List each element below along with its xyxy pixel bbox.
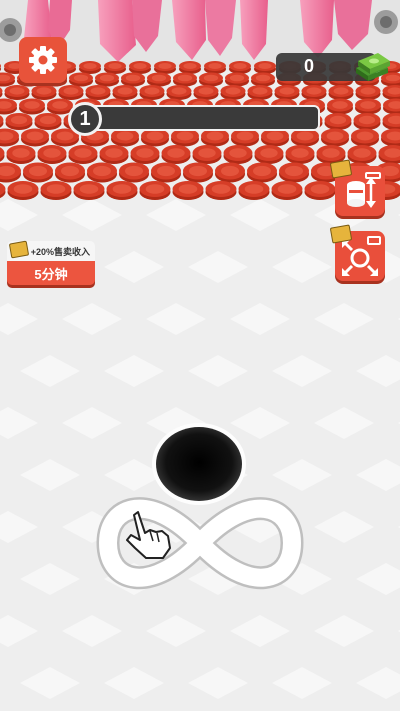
- coin: [139, 85, 165, 100]
- level-number: 1: [68, 102, 102, 136]
- coin: [154, 61, 176, 74]
- game-stage[interactable]: 0 1 +20%售卖收入 5分钟: [0, 0, 400, 711]
- coin: [34, 113, 62, 130]
- coin: [99, 145, 129, 164]
- coin: [225, 72, 249, 87]
- cash-stack-icon: [356, 53, 390, 81]
- level-progress: 1: [68, 102, 322, 136]
- coin: [328, 85, 354, 100]
- coin: [247, 162, 277, 183]
- coin: [353, 113, 381, 130]
- ticket-icon: [329, 159, 353, 179]
- bonus-duration: 5分钟: [7, 261, 95, 285]
- coin: [139, 181, 171, 200]
- coin: [254, 145, 284, 164]
- coin: [129, 61, 151, 74]
- coin: [172, 181, 204, 200]
- coin: [119, 162, 149, 183]
- coin: [229, 61, 251, 74]
- coin: [247, 85, 273, 100]
- money-value: 0: [304, 56, 315, 76]
- coin: [79, 61, 101, 74]
- coin: [215, 162, 245, 183]
- coin: [87, 162, 117, 183]
- coin: [68, 145, 98, 164]
- coin: [104, 61, 126, 74]
- progress-bar: [82, 105, 320, 131]
- coin: [351, 128, 379, 147]
- coin: [19, 98, 45, 115]
- coin: [161, 145, 191, 164]
- coin: [23, 162, 53, 183]
- coin: [4, 85, 30, 100]
- coin: [274, 85, 300, 100]
- coin: [40, 181, 72, 200]
- coin: [106, 181, 138, 200]
- coin: [204, 61, 226, 74]
- coin: [205, 181, 237, 200]
- settings-button[interactable]: [19, 37, 67, 83]
- black-hole[interactable]: [152, 423, 246, 505]
- coin: [327, 98, 353, 115]
- coin: [31, 85, 57, 100]
- coin: [151, 162, 181, 183]
- coin: [355, 85, 381, 100]
- coin: [304, 181, 336, 200]
- coin: [5, 113, 33, 130]
- ticket-icon: [329, 224, 353, 244]
- coin: [121, 72, 145, 87]
- coin: [220, 85, 246, 100]
- coin: [130, 145, 160, 164]
- coin: [321, 128, 349, 147]
- capacity-upgrade-button[interactable]: [329, 159, 385, 216]
- coin: [69, 72, 93, 87]
- coin: [347, 145, 377, 164]
- coin: [193, 85, 219, 100]
- ticket-icon: [8, 240, 30, 259]
- coin: [355, 98, 381, 115]
- coin: [95, 72, 119, 87]
- coin: [324, 113, 352, 130]
- coin: [37, 145, 67, 164]
- coin: [112, 85, 138, 100]
- coin: [55, 162, 85, 183]
- coin: [271, 181, 303, 200]
- hole-size-upgrade-button[interactable]: [329, 224, 385, 281]
- coin: [73, 181, 105, 200]
- coin: [85, 85, 111, 100]
- gear-icon: [29, 46, 57, 74]
- coin: [166, 85, 192, 100]
- coin: [251, 72, 275, 87]
- coin: [58, 85, 84, 100]
- coin: [199, 72, 223, 87]
- coin: [147, 72, 171, 87]
- coin: [173, 72, 197, 87]
- coin: [192, 145, 222, 164]
- coin: [6, 145, 36, 164]
- coin: [183, 162, 213, 183]
- coin: [179, 61, 201, 74]
- coin: [285, 145, 315, 164]
- sell-bonus-button[interactable]: +20%售卖收入 5分钟: [7, 240, 95, 288]
- coin: [223, 145, 253, 164]
- coin: [21, 128, 49, 147]
- coin: [254, 61, 276, 74]
- coin: [301, 85, 327, 100]
- coin: [279, 162, 309, 183]
- coin: [238, 181, 270, 200]
- coin: [7, 181, 39, 200]
